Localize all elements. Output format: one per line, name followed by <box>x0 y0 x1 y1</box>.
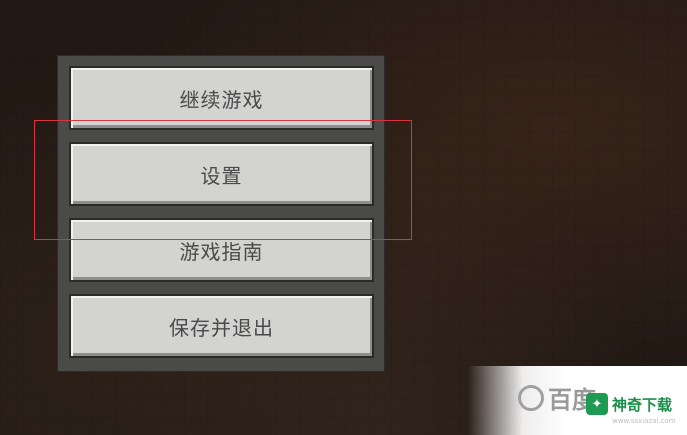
game-guide-button[interactable]: 游戏指南 <box>69 218 374 282</box>
settings-button[interactable]: 设置 <box>69 142 374 206</box>
baidu-watermark: 百度 <box>518 380 596 415</box>
baidu-paw-icon <box>518 384 544 411</box>
resume-game-label: 继续游戏 <box>179 87 264 112</box>
brand-watermark: ✦ 神奇下载 <box>586 393 672 415</box>
watermark-url: www.ssxiazai.com <box>612 417 676 425</box>
game-guide-label: 游戏指南 <box>179 239 264 264</box>
download-leaf-icon: ✦ <box>586 393 608 415</box>
resume-game-button[interactable]: 继续游戏 <box>69 66 374 130</box>
save-and-quit-button[interactable]: 保存并退出 <box>69 294 374 358</box>
brand-watermark-text: 神奇下载 <box>612 395 673 414</box>
save-and-quit-label: 保存并退出 <box>169 315 274 340</box>
settings-label: 设置 <box>200 163 243 188</box>
